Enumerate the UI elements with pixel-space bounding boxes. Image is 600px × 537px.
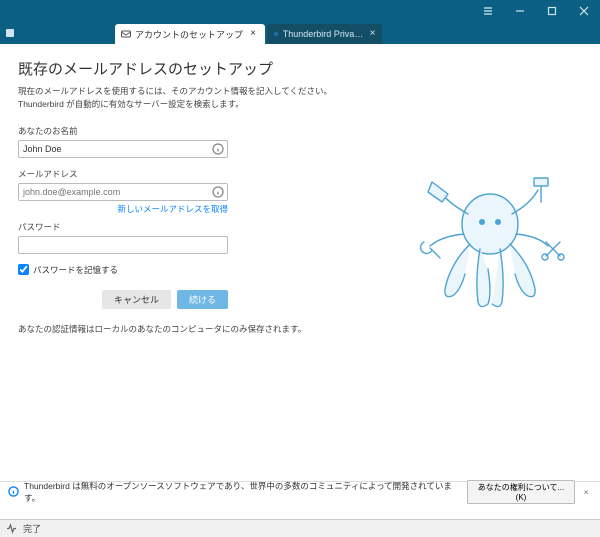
account-setup-page: 既存のメールアドレスのセットアップ 現在のメールアドレスを使用するには、そのアカ… [0,44,600,519]
octopus-illustration [410,164,570,324]
password-input[interactable] [18,236,228,254]
status-text: 完了 [23,522,41,535]
tab-account-setup[interactable]: アカウントのセットアップ × [115,24,265,44]
remember-password-checkbox[interactable] [18,264,29,275]
email-input[interactable] [18,183,228,201]
thunderbird-icon [273,29,279,39]
password-label: パスワード [18,221,228,233]
status-bar: 完了 [0,519,600,537]
name-input[interactable] [18,140,228,158]
remember-password-label: パスワードを記憶する [33,264,118,276]
info-bar-text: Thunderbird は無料のオープンソースソフトウェアであり、世界中の多数の… [24,480,457,504]
your-rights-button[interactable]: あなたの権利について...(K) [467,480,576,504]
tab-bar: アカウントのセットアップ × Thunderbird Privacy Notic… [0,22,600,44]
credentials-note: あなたの認証情報はローカルのあなたのコンピュータにのみ保存されます。 [18,323,582,335]
info-bar-close-icon[interactable]: × [580,487,592,497]
activity-icon[interactable] [6,523,17,534]
info-icon [8,486,19,497]
window-titlebar [0,0,600,22]
maximize-button[interactable] [542,1,562,21]
page-subtext: 現在のメールアドレスを使用するには、そのアカウント情報を記入してください。 Th… [18,85,582,111]
info-icon[interactable] [212,185,224,197]
account-form: あなたのお名前 メールアドレス 新しいメールアドレスを取得 パスワード パスワー… [18,125,228,309]
tab-label: Thunderbird Privacy Notice — Mo... [283,29,365,39]
hamburger-menu-icon[interactable] [478,1,498,21]
spaces-toolbar-icon[interactable] [0,22,20,44]
email-label: メールアドレス [18,168,228,180]
tab-label: アカウントのセットアップ [135,28,243,41]
window-close-button[interactable] [574,1,594,21]
continue-button[interactable]: 続ける [177,290,228,309]
tab-close-icon[interactable]: × [369,29,376,39]
info-bar: Thunderbird は無料のオープンソースソフトウェアであり、世界中の多数の… [0,481,600,501]
page-title: 既存のメールアドレスのセットアップ [18,58,582,79]
mail-settings-icon [121,29,131,39]
info-icon[interactable] [212,142,224,154]
name-label: あなたのお名前 [18,125,228,137]
tab-close-icon[interactable]: × [247,29,259,39]
tab-privacy-notice[interactable]: Thunderbird Privacy Notice — Mo... × [267,24,382,44]
minimize-button[interactable] [510,1,530,21]
cancel-button[interactable]: キャンセル [102,290,171,309]
